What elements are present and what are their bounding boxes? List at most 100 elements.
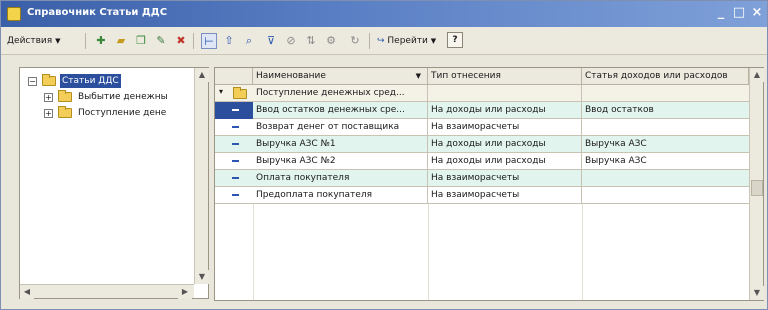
chevron-down-icon: ▼ [430, 37, 437, 45]
table-row[interactable]: ▾ Поступление денежных сред... [215, 85, 749, 102]
folder-icon [233, 87, 247, 99]
toolbar-separator [369, 33, 370, 49]
cell-name: Ввод остатков денежных сре... [253, 102, 428, 119]
collapse-icon[interactable]: − [28, 77, 37, 86]
cell-article [582, 119, 749, 136]
hierarchy-icon[interactable]: ⊢ [201, 33, 217, 49]
table-row[interactable]: Возврат денег от поставщика На взаиморас… [215, 119, 749, 136]
chevron-down-icon: ▼ [55, 37, 61, 45]
find-icon[interactable]: ⌕ [241, 33, 257, 49]
goto-menu-label: Перейти [387, 36, 428, 46]
scroll-thumb[interactable] [751, 180, 763, 196]
column-header-name[interactable]: Наименование ▼ [253, 68, 428, 85]
cell-type: На доходы или расходы [428, 136, 582, 153]
close-button[interactable]: × [749, 5, 765, 21]
item-icon [232, 194, 239, 196]
row-marker [215, 119, 253, 136]
cell-name: Оплата покупателя [253, 170, 428, 187]
scroll-right-icon[interactable]: ▶ [178, 285, 192, 299]
add-icon[interactable]: ✚ [93, 33, 109, 49]
column-header-article[interactable]: Статья доходов или расходов [582, 68, 749, 85]
maximize-button[interactable]: □ [731, 5, 747, 21]
toolbar: Действия ▼ ✚ ▰ ❐ ✎ ✖ ⊢ ⇧ ⌕ ⊽ ⊘ ⇅ ⚙ ↻ ↪ П… [1, 27, 767, 55]
column-header-label: Тип отнесения [431, 71, 501, 81]
current-row-icon: ▾ [219, 87, 224, 96]
table-row[interactable]: Оплата покупателя На взаиморасчеты [215, 170, 749, 187]
cell-type: На доходы или расходы [428, 153, 582, 170]
row-marker [215, 153, 253, 170]
title-bar[interactable]: Справочник Статьи ДДС _ □ × [1, 1, 767, 27]
add-folder-icon[interactable]: ▰ [113, 33, 129, 49]
table-row[interactable]: Ввод остатков денежных сре... На доходы … [215, 102, 749, 119]
settings-icon[interactable]: ⚙ [323, 33, 339, 49]
cell-type [428, 85, 582, 102]
cell-type: На взаиморасчеты [428, 119, 582, 136]
item-icon [232, 160, 239, 162]
filter-icon[interactable]: ⊽ [263, 33, 279, 49]
scroll-left-icon[interactable]: ◀ [20, 285, 34, 299]
cell-name: Предоплата покупателя [253, 187, 428, 204]
tree-panel[interactable]: − Статьи ДДС + Выбытие денежны + Поступл… [19, 67, 209, 299]
item-icon [232, 126, 239, 128]
help-button[interactable]: ? [447, 32, 463, 48]
grid-line [582, 204, 583, 300]
table-row[interactable]: Выручка АЗС №1 На доходы или расходы Выр… [215, 136, 749, 153]
expand-icon[interactable]: + [44, 109, 53, 118]
cell-article [582, 187, 749, 204]
scroll-up-icon[interactable]: ▲ [750, 68, 764, 82]
copy-icon[interactable]: ❐ [133, 33, 149, 49]
tree-vertical-scrollbar[interactable]: ▲ ▼ [194, 68, 209, 284]
cell-name: Возврат денег от поставщика [253, 119, 428, 136]
scroll-down-icon[interactable]: ▼ [750, 286, 764, 300]
cell-article [582, 85, 749, 102]
scroll-down-icon[interactable]: ▼ [195, 270, 209, 284]
edit-icon[interactable]: ✎ [153, 33, 169, 49]
column-header-type[interactable]: Тип отнесения [428, 68, 582, 85]
table-row[interactable]: Предоплата покупателя На взаиморасчеты [215, 187, 749, 204]
table-panel: Наименование ▼ Тип отнесения Статья дохо… [214, 67, 764, 301]
actions-menu-button[interactable]: Действия ▼ [7, 32, 60, 50]
cell-article: Выручка АЗС [585, 139, 647, 149]
tree-item-inflow[interactable]: + Поступление дене [44, 106, 192, 120]
delete-icon[interactable]: ✖ [173, 33, 189, 49]
cell-article: Выручка АЗС [585, 156, 647, 166]
tree-item-outflow[interactable]: + Выбытие денежны [44, 90, 192, 104]
item-icon [232, 143, 239, 145]
item-icon [232, 177, 239, 179]
up-level-icon[interactable]: ⇧ [221, 33, 237, 49]
row-marker: ▾ [215, 85, 253, 102]
tree-item-label: Поступление дене [78, 108, 167, 118]
cell-type: На доходы или расходы [428, 102, 582, 119]
app-icon [7, 7, 21, 21]
minimize-button[interactable]: _ [713, 5, 729, 21]
folder-icon [58, 90, 72, 102]
row-marker [215, 136, 253, 153]
cell-name: Поступление денежных сред... [253, 85, 428, 102]
app-window: Справочник Статьи ДДС _ □ × Действия ▼ ✚… [0, 0, 768, 310]
cell-article [582, 170, 749, 187]
folder-icon [42, 74, 56, 86]
cell-type: На взаиморасчеты [428, 170, 582, 187]
cell-type: На взаиморасчеты [428, 187, 582, 204]
folder-icon [58, 106, 72, 118]
grid-line [253, 204, 254, 300]
toolbar-separator [85, 33, 86, 49]
filter-off-icon[interactable]: ⊘ [283, 33, 299, 49]
tree-root-node[interactable]: − Статьи ДДС [28, 74, 198, 88]
actions-menu-label: Действия [7, 36, 53, 46]
scroll-up-icon[interactable]: ▲ [195, 68, 209, 82]
expand-icon[interactable]: + [44, 93, 53, 102]
window-title: Справочник Статьи ДДС [27, 7, 168, 18]
goto-menu-button[interactable]: ↪ Перейти ▼ [377, 32, 436, 50]
tree-root-label: Статьи ДДС [60, 74, 121, 88]
cell-name: Выручка АЗС №1 [253, 136, 428, 153]
table-vertical-scrollbar[interactable]: ▲ ▼ [749, 68, 764, 300]
tree-horizontal-scrollbar[interactable]: ◀ ▶ [20, 284, 194, 299]
sort-desc-icon: ▼ [415, 72, 421, 80]
sort-icon[interactable]: ⇅ [303, 33, 319, 49]
row-marker [215, 102, 253, 119]
refresh-icon[interactable]: ↻ [347, 33, 363, 49]
column-header-label: Наименование [256, 71, 326, 81]
table-row[interactable]: Выручка АЗС №2 На доходы или расходы Выр… [215, 153, 749, 170]
goto-icon: ↪ [377, 36, 388, 46]
